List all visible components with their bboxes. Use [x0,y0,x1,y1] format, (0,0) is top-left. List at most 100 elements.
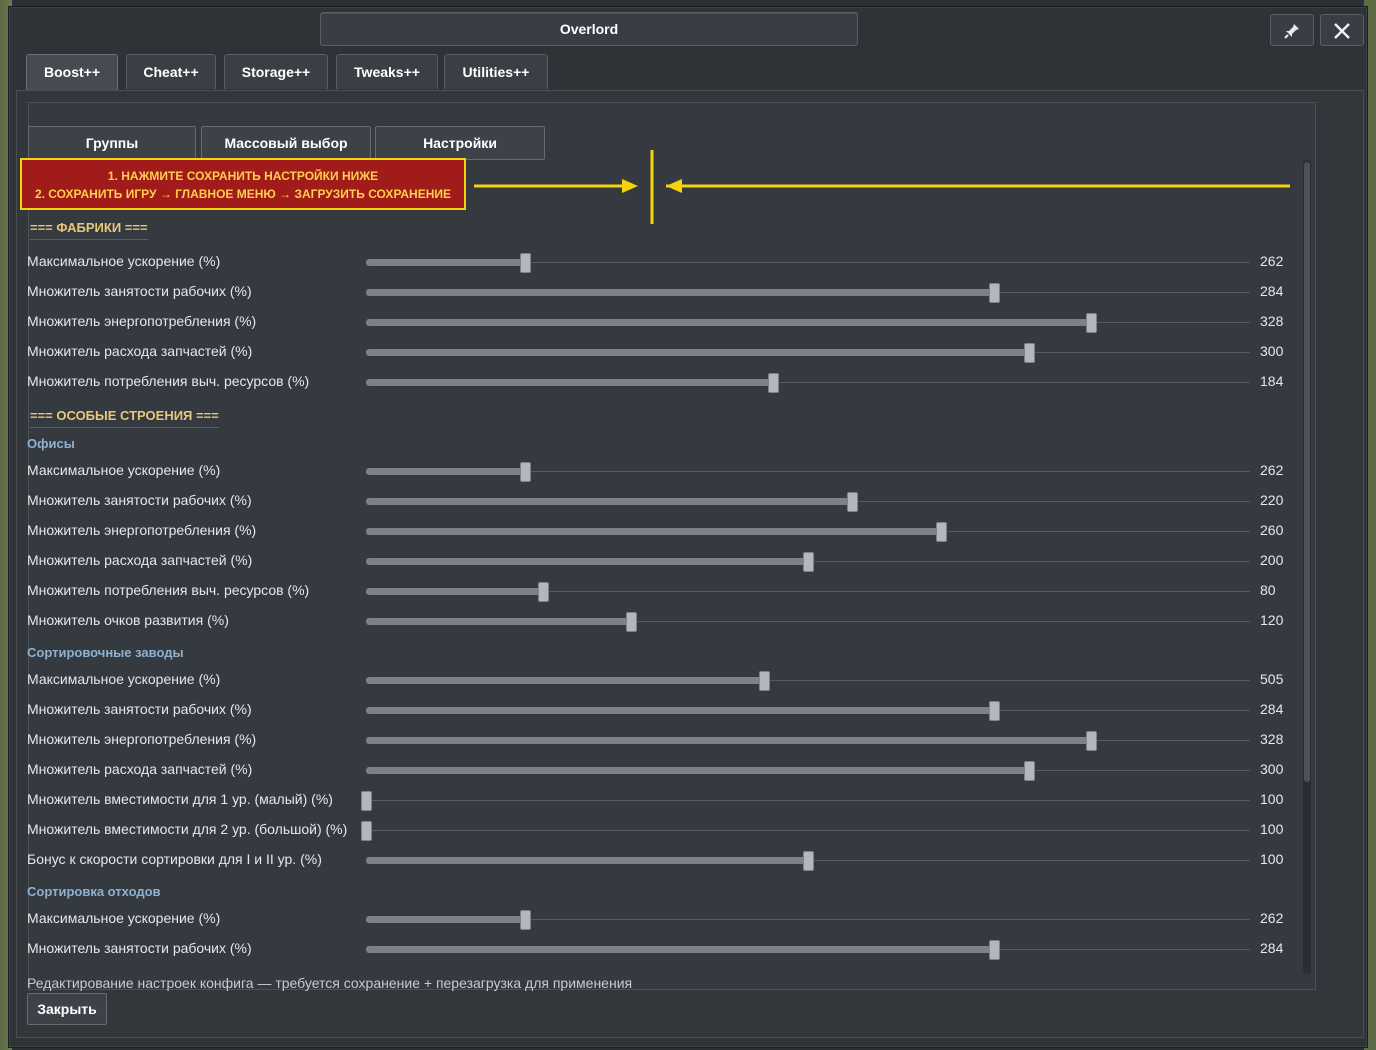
group-offices: Офисы [27,436,75,451]
tab-boost[interactable]: Boost++ [26,54,118,91]
slider-value: 284 [1260,940,1284,956]
slider-thumb[interactable] [520,253,531,273]
slider-label: Множитель занятости рабочих (%) [27,701,252,717]
slider-fill [366,618,631,625]
slider-thumb[interactable] [847,492,858,512]
slider-fill [366,528,941,535]
slider-fill [366,588,543,595]
slider-value: 80 [1260,582,1276,598]
slider-label: Множитель энергопотребления (%) [27,313,257,329]
slider-label: Множитель энергопотребления (%) [27,731,257,747]
slider-thumb[interactable] [626,612,637,632]
slider-thumb[interactable] [520,462,531,482]
slider-fill [366,379,773,386]
slider-label: Множитель энергопотребления (%) [27,522,257,538]
slider-label: Максимальное ускорение (%) [27,671,221,687]
slider-label: Множитель расхода запчастей (%) [27,552,253,568]
section-factories: === ФАБРИКИ === [30,220,148,240]
section-special: === ОСОБЫЕ СТРОЕНИЯ === [30,408,219,428]
group-waste: Сортировка отходов [27,884,161,899]
notice-line-2: 2. СОХРАНИТЬ ИГРУ → ГЛАВНОЕ МЕНЮ → ЗАГРУ… [34,187,452,201]
window-title: Overlord [559,21,619,37]
slider-thumb[interactable] [538,582,549,602]
slider-value: 284 [1260,701,1284,717]
slider-value: 328 [1260,731,1284,747]
slider-fill [366,857,808,864]
slider-label: Множитель занятости рабочих (%) [27,492,252,508]
slider-label: Бонус к скорости сортировки для I и II у… [27,851,322,867]
slider-thumb[interactable] [1086,313,1097,333]
slider-fill [366,737,1091,744]
slider-label: Множитель занятости рабочих (%) [27,283,252,299]
slider-thumb[interactable] [520,910,531,930]
slider-label: Максимальное ускорение (%) [27,253,221,269]
subtab-groups[interactable]: Группы [28,126,196,160]
pin-icon [1283,17,1301,42]
slider-fill [366,468,525,475]
window-titlebar[interactable]: Overlord [320,12,858,46]
slider-thumb[interactable] [803,552,814,572]
close-icon [1333,17,1351,42]
footer-hint: Редактирование настроек конфига — требуе… [27,975,633,991]
slider-label: Множитель очков развития (%) [27,612,229,628]
slider-fill [366,558,808,565]
slider-label: Множитель потребления выч. ресурсов (%) [27,582,310,598]
slider-value: 284 [1260,283,1284,299]
slider-label: Максимальное ускорение (%) [27,462,221,478]
group-sorting: Сортировочные заводы [27,645,184,660]
annotation-arrows [474,150,1290,224]
notice-line-1: 1. НАЖМИТЕ СОХРАНИТЬ НАСТРОЙКИ НИЖЕ [107,169,379,183]
slider-fill [366,319,1091,326]
slider-track[interactable] [366,830,1250,831]
slider-value: 100 [1260,821,1284,837]
slider-track[interactable] [366,800,1250,801]
slider-thumb[interactable] [989,283,1000,303]
tab-storage[interactable]: Storage++ [224,54,328,89]
slider-fill [366,707,994,714]
save-notice: 1. НАЖМИТЕ СОХРАНИТЬ НАСТРОЙКИ НИЖЕ 2. С… [20,158,466,210]
slider-value: 328 [1260,313,1284,329]
slider-value: 100 [1260,791,1284,807]
slider-label: Максимальное ускорение (%) [27,910,221,926]
slider-thumb[interactable] [989,701,1000,721]
slider-value: 200 [1260,552,1284,568]
slider-thumb[interactable] [1086,731,1097,751]
slider-fill [366,946,994,953]
slider-thumb[interactable] [361,791,372,811]
slider-value: 260 [1260,522,1284,538]
slider-thumb[interactable] [803,851,814,871]
subtab-mass-select[interactable]: Массовый выбор [201,126,371,160]
slider-thumb[interactable] [1024,761,1035,781]
tab-utilities[interactable]: Utilities++ [444,54,548,89]
slider-label: Множитель вместимости для 2 ур. (большой… [27,821,348,837]
slider-fill [366,498,852,505]
slider-label: Множитель потребления выч. ресурсов (%) [27,373,310,389]
slider-fill [366,916,525,923]
slider-label: Множитель вместимости для 1 ур. (малый) … [27,791,333,807]
slider-fill [366,289,994,296]
slider-value: 262 [1260,462,1284,478]
slider-fill [366,767,1029,774]
scrollbar-thumb[interactable] [1304,162,1310,782]
slider-label: Множитель расхода запчастей (%) [27,343,253,359]
slider-fill [366,677,764,684]
slider-value: 120 [1260,612,1284,628]
slider-thumb[interactable] [759,671,770,691]
slider-thumb[interactable] [1024,343,1035,363]
slider-value: 300 [1260,761,1284,777]
close-dialog-button[interactable]: Закрыть [27,993,107,1025]
tab-cheat[interactable]: Cheat++ [126,54,216,89]
slider-thumb[interactable] [361,821,372,841]
slider-thumb[interactable] [768,373,779,393]
slider-value: 100 [1260,851,1284,867]
slider-thumb[interactable] [989,940,1000,960]
slider-fill [366,349,1029,356]
tab-tweaks[interactable]: Tweaks++ [336,54,438,89]
slider-value: 505 [1260,671,1284,687]
pin-button[interactable] [1270,14,1314,46]
close-button[interactable] [1320,14,1364,46]
slider-fill [366,259,525,266]
slider-label: Множитель расхода запчастей (%) [27,761,253,777]
slider-value: 184 [1260,373,1284,389]
slider-thumb[interactable] [936,522,947,542]
